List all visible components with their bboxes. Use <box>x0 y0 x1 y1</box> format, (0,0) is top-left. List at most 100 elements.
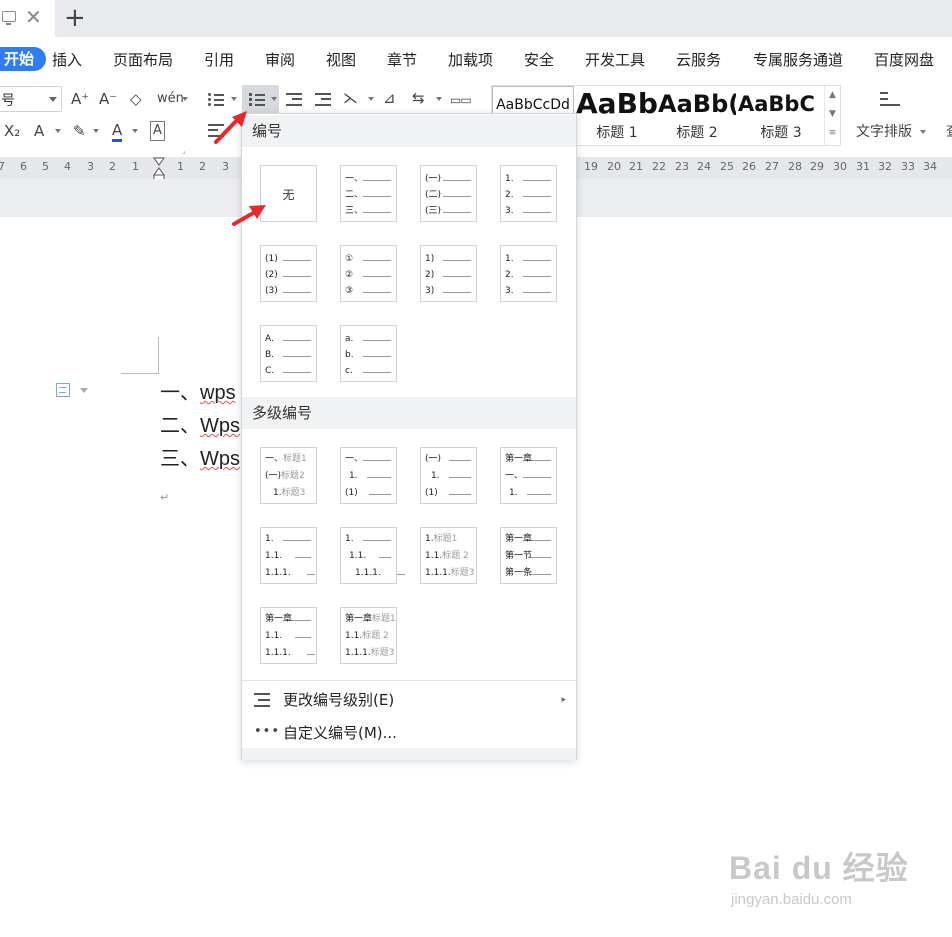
find-button[interactable]: 查 <box>946 123 952 141</box>
text-direction-icon[interactable]: ⋋ <box>343 89 358 107</box>
style-heading-2[interactable]: AaBb( 标题 2 <box>658 86 736 145</box>
tile-line <box>283 292 311 293</box>
menu-view[interactable]: 视图 <box>326 50 356 70</box>
tile-number: 1.标题3 <box>273 488 305 498</box>
ruler-number: 26 <box>742 160 756 173</box>
document-line[interactable]: 三、Wps <box>160 446 240 472</box>
show-marks-icon[interactable]: ▭▭ <box>450 91 472 109</box>
paragraph-spacing-icon[interactable]: ⇆ <box>412 89 425 107</box>
document-line[interactable]: 一、wps <box>160 380 236 406</box>
tile-number: 3. <box>505 206 514 216</box>
highlight-button[interactable]: ✎ <box>73 122 86 140</box>
tile-number: 1.1.标题 2 <box>345 631 389 641</box>
sort-icon[interactable]: ⊿ <box>383 89 396 107</box>
numbering-tile[interactable]: A. B. C. <box>260 325 317 382</box>
watermark-logo-text: Bai du 经验 <box>729 850 909 886</box>
pinyin-guide-button[interactable]: wén <box>157 90 184 108</box>
menu-start[interactable]: 开始 <box>0 47 47 71</box>
style-heading-3[interactable]: AaBbC 标题 3 <box>738 86 824 145</box>
close-tab-icon[interactable]: ✕ <box>25 6 42 28</box>
chevron-down-icon[interactable]: ▼ <box>825 105 840 124</box>
multilevel-tile[interactable]: 1. 1.1. 1.1.1. <box>340 527 405 584</box>
tile-line <box>397 574 405 575</box>
tile-number: 1. <box>349 471 358 481</box>
menu-references[interactable]: 引用 <box>204 50 234 70</box>
multilevel-tile[interactable]: 一、标题1 (一)标题2 1.标题3 <box>260 447 317 504</box>
numbering-tile[interactable]: (1) (2) (3) <box>260 245 317 302</box>
menu-security[interactable]: 安全 <box>524 50 554 70</box>
numbering-tile[interactable]: 1. 2. 3. <box>500 165 557 222</box>
ruler-number: 31 <box>856 160 870 173</box>
clear-format-button[interactable]: ◇ <box>130 90 142 108</box>
chevron-down-icon <box>231 97 237 104</box>
menu-review[interactable]: 审阅 <box>265 50 295 70</box>
grow-font-button[interactable]: A⁺ <box>71 90 89 108</box>
tile-number: (1) <box>345 488 358 498</box>
ruler-number: 19 <box>584 160 598 173</box>
tile-number: 1.标题1 <box>425 534 457 544</box>
multilevel-tile[interactable]: 第一章 一、 1. <box>500 447 557 504</box>
tile-number: 一、 <box>505 471 523 481</box>
tile-line <box>527 494 551 495</box>
multilevel-tile[interactable]: 第一章 第一节 第一条 <box>500 527 557 584</box>
font-color-button[interactable]: A <box>112 121 123 142</box>
menu-chapter[interactable]: 章节 <box>387 50 417 70</box>
bullet-list-icon[interactable] <box>208 93 226 107</box>
increase-indent-icon[interactable] <box>315 93 333 107</box>
tile-number: c. <box>345 366 353 376</box>
tile-line <box>529 540 551 541</box>
style-gallery-scroll[interactable]: ▲ ▼ ≡ <box>824 86 840 145</box>
numbering-tile[interactable]: ① ② ③ <box>340 245 397 302</box>
decrease-indent-icon[interactable] <box>286 93 304 107</box>
shrink-font-button[interactable]: A⁻ <box>99 90 117 108</box>
expand-icon[interactable]: ≡ <box>825 124 840 143</box>
menu-cloud-service[interactable]: 云服务 <box>676 50 721 70</box>
text-effect-button[interactable]: A <box>34 122 44 140</box>
document-line[interactable]: 二、Wps <box>160 413 240 439</box>
text-layout-icon <box>880 92 902 110</box>
style-heading-1[interactable]: AaBb 标题 1 <box>576 86 658 145</box>
multilevel-tile[interactable]: 一、 1. (1) <box>340 447 397 504</box>
custom-numbering-menu-item[interactable]: ••• 自定义编号(M)... <box>242 718 576 748</box>
numbering-tile[interactable]: 一、 二、 三、 <box>340 165 397 222</box>
multilevel-tile[interactable]: (一) 1. (1) <box>420 447 477 504</box>
tile-level-number: 1.1. <box>345 631 363 641</box>
chevron-up-icon[interactable]: ▲ <box>825 86 840 105</box>
numbering-tile[interactable]: a. b. c. <box>340 325 397 382</box>
menu-exclusive-service[interactable]: 专属服务通道 <box>753 50 843 70</box>
multilevel-tile[interactable]: 1.标题1 1.1.标题 2 1.1.1.标题3 <box>420 527 477 584</box>
multilevel-tile[interactable]: 第一章 1.1. 1.1.1. <box>260 607 317 664</box>
menu-baidu-netdisk[interactable]: 百度网盘 <box>874 50 934 70</box>
char-border-button[interactable]: A <box>150 121 165 141</box>
style-name: 标题 1 <box>596 125 638 141</box>
numbering-tile[interactable]: 1) 2) 3) <box>420 245 477 302</box>
ruler-number: 20 <box>607 160 621 173</box>
tile-line <box>449 477 471 478</box>
paragraph-layout-icon[interactable] <box>56 383 70 397</box>
font-size-select[interactable]: 号 <box>0 86 62 112</box>
numbered-list-icon <box>249 93 267 107</box>
line-text: wps <box>200 382 236 404</box>
menu-insert[interactable]: 插入 <box>52 50 82 70</box>
multilevel-tile[interactable]: 1. 1.1. 1.1.1. <box>260 527 317 584</box>
tile-level-number: 一、 <box>345 454 364 464</box>
document-tab[interactable]: ✕ <box>0 0 55 37</box>
annotation-arrow-icon <box>214 111 247 144</box>
tile-level-number: 1.1.1. <box>425 568 451 578</box>
tile-line <box>363 372 391 373</box>
menu-developer-tools[interactable]: 开发工具 <box>585 50 645 70</box>
new-tab-button[interactable]: + <box>64 3 86 33</box>
subscript-button[interactable]: X₂ <box>4 122 20 140</box>
tile-number: (一) <box>425 174 442 184</box>
menu-page-layout[interactable]: 页面布局 <box>113 50 173 70</box>
text-layout-button[interactable]: 文字排版 <box>856 123 912 141</box>
tile-line <box>363 356 391 357</box>
tile-number: 2) <box>425 270 435 280</box>
tile-line <box>363 340 391 341</box>
numbering-tile[interactable]: (一) (二) (三) <box>420 165 477 222</box>
numbering-tile[interactable]: 1. 2. 3. <box>500 245 557 302</box>
tile-number: 1.1.1.标题3 <box>345 648 395 658</box>
multilevel-tile[interactable]: 第一章标题1 1.1.标题 2 1.1.1.标题3 <box>340 607 397 664</box>
menu-addins[interactable]: 加载项 <box>448 50 493 70</box>
change-level-menu-item[interactable]: 更改编号级别(E) ▸ <box>242 685 576 715</box>
